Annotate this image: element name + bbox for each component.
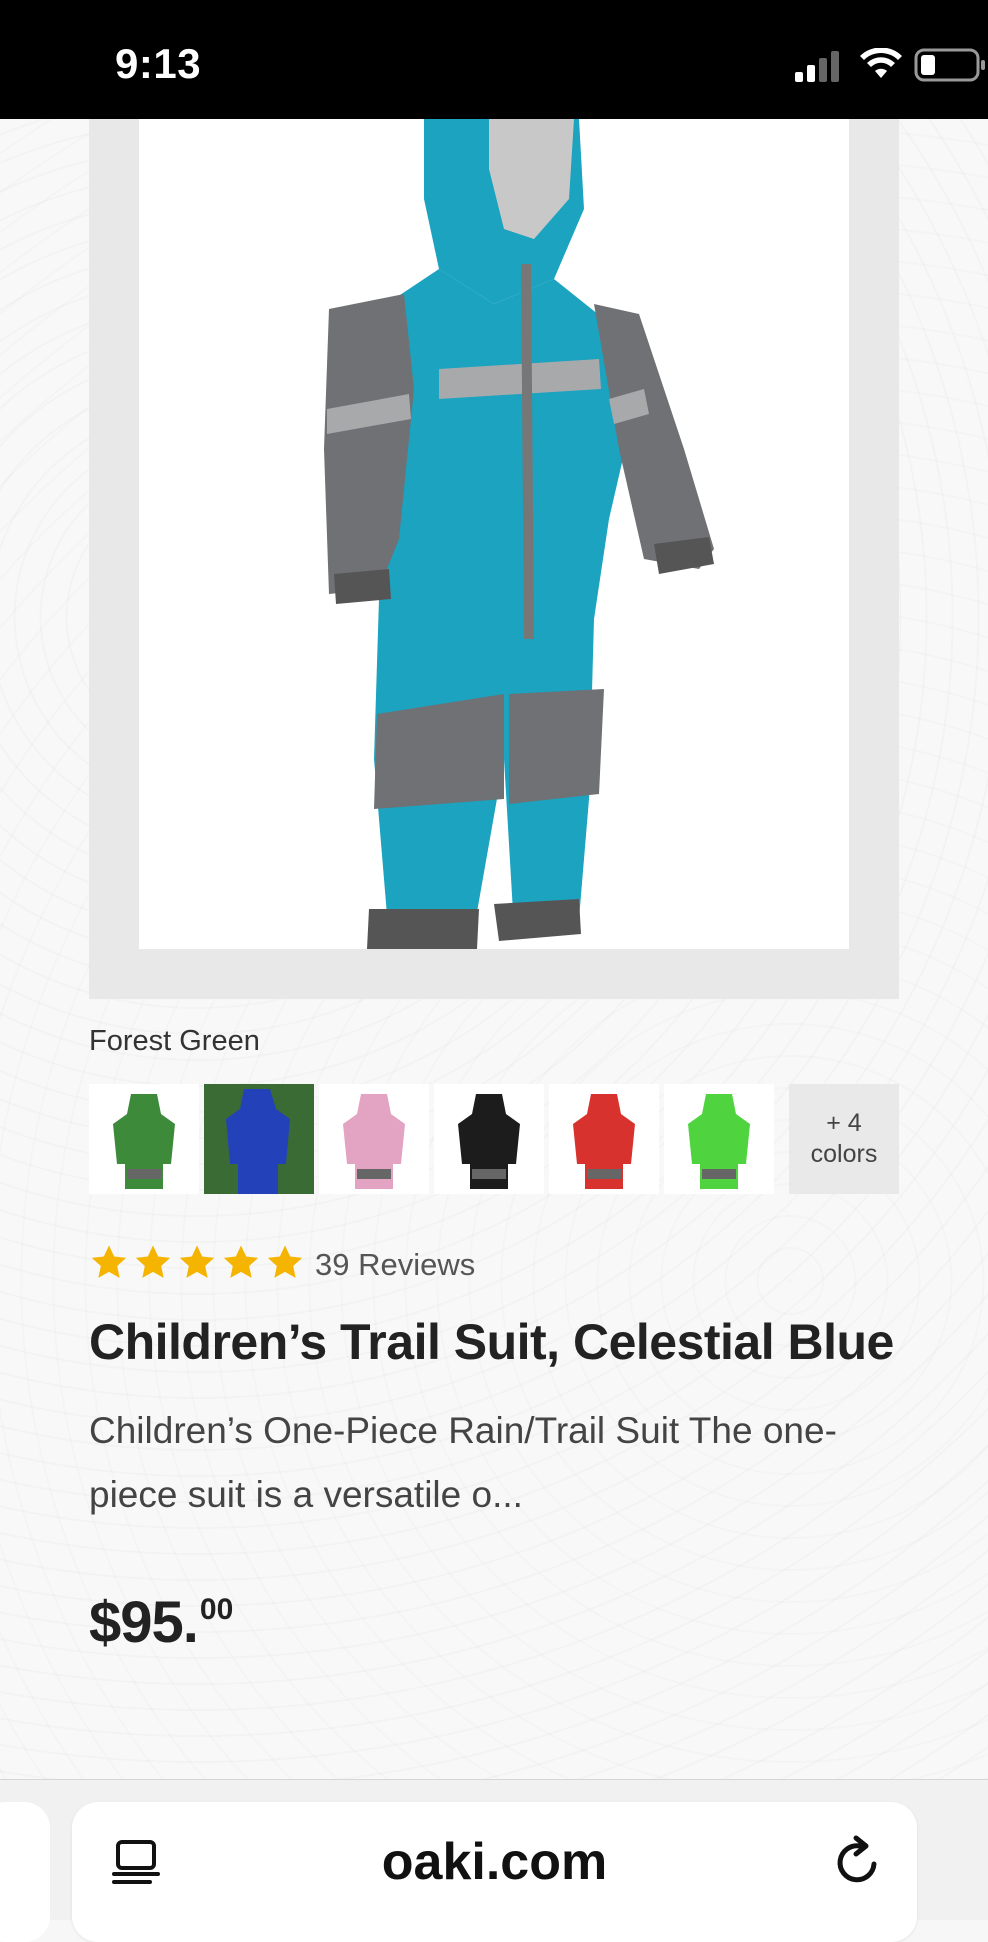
browser-toolbar: oaki.com bbox=[0, 1780, 988, 1942]
status-time: 9:13 bbox=[115, 40, 202, 87]
star-icon bbox=[223, 1245, 259, 1278]
product-description: Children’s One-Piece Rain/Trail Suit The… bbox=[89, 1410, 837, 1515]
more-colors-count: + 4 bbox=[826, 1109, 862, 1137]
product-title: Children’s Trail Suit, Celestial Blue bbox=[89, 1314, 894, 1370]
star-icon bbox=[179, 1245, 215, 1278]
selected-color-label: Forest Green bbox=[89, 1025, 260, 1057]
product-page: Forest Green + 4 colors 39 Reviews Child… bbox=[0, 119, 988, 1779]
product-price: $95.00 bbox=[89, 1589, 233, 1656]
swatch-pink[interactable] bbox=[319, 1084, 429, 1194]
product-image[interactable] bbox=[139, 119, 849, 949]
trail-suit-illustration bbox=[324, 119, 714, 949]
star-icon bbox=[267, 1245, 303, 1278]
star-icon bbox=[91, 1245, 127, 1278]
swatch-lime-green[interactable] bbox=[664, 1084, 774, 1194]
previous-tab[interactable] bbox=[0, 1802, 50, 1942]
review-count: 39 Reviews bbox=[315, 1247, 476, 1282]
price-dollars: $95. bbox=[89, 1590, 199, 1655]
reload-icon[interactable] bbox=[830, 1834, 886, 1890]
more-colors-button[interactable]: + 4 colors bbox=[789, 1084, 899, 1194]
product-image-frame bbox=[89, 119, 899, 999]
price-cents: 00 bbox=[199, 1593, 234, 1626]
wifi-icon bbox=[860, 48, 902, 78]
address-bar[interactable]: oaki.com bbox=[72, 1802, 917, 1942]
status-bar: 9:13 bbox=[0, 0, 988, 119]
more-colors-label: colors bbox=[810, 1140, 878, 1168]
star-icon bbox=[135, 1245, 171, 1278]
battery-icon bbox=[914, 48, 985, 82]
swatch-green[interactable] bbox=[89, 1084, 199, 1194]
cellular-signal-icon bbox=[795, 51, 839, 82]
swatch-black[interactable] bbox=[434, 1084, 544, 1194]
url-text: oaki.com bbox=[381, 1833, 608, 1891]
swatch-royal-blue[interactable] bbox=[204, 1084, 314, 1194]
swatch-red[interactable] bbox=[549, 1084, 659, 1194]
